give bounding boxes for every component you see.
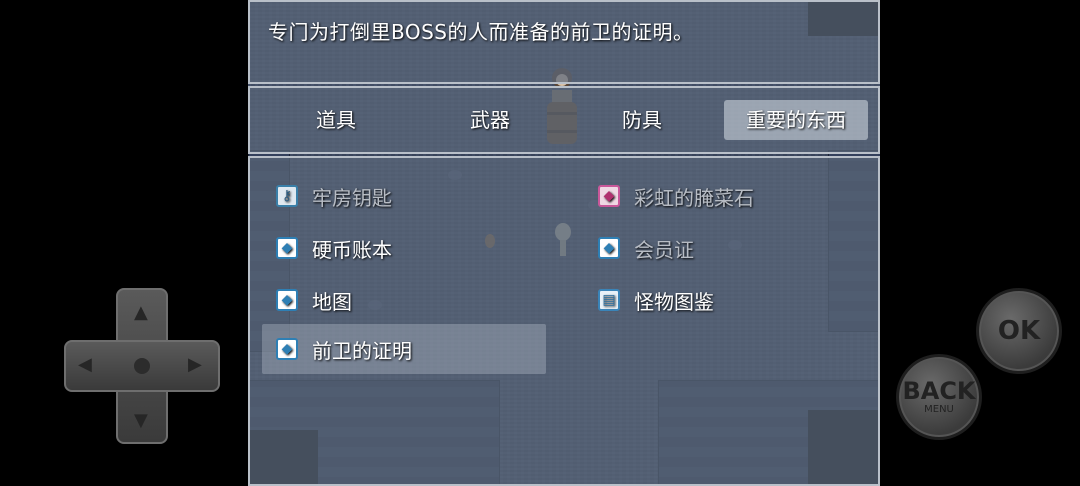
member-card-icon: ◆ — [598, 237, 620, 259]
item-label: 会员证 — [634, 237, 694, 262]
rainbow-stone-icon: ◆ — [598, 185, 620, 207]
help-window: 专门为打倒里BOSS的人而准备的前卫的证明。 — [248, 0, 880, 84]
list-item-selected[interactable]: ◆ 前卫的证明 — [262, 324, 546, 374]
back-button-label: BACK — [902, 377, 976, 405]
item-list-window: ⚷ 牢房钥匙 ◆ 彩虹的腌菜石 ◆ 硬币账本 ◆ 会员证 ◆ 地图 ▤ 怪物图鉴… — [248, 156, 880, 486]
down-arrow-icon[interactable]: ▼ — [134, 410, 148, 431]
tab-weapons[interactable]: 武器 — [418, 100, 562, 140]
list-item[interactable]: ◆ 地图 — [262, 278, 548, 322]
key-icon: ⚷ — [276, 185, 298, 207]
item-label: 地图 — [312, 289, 352, 314]
list-item[interactable]: ◆ 彩虹的腌菜石 — [584, 174, 870, 218]
back-button[interactable]: BACK MENU — [896, 354, 982, 440]
back-button-sublabel: MENU — [924, 404, 954, 415]
left-arrow-icon[interactable]: ◀ — [78, 354, 92, 375]
map-icon: ◆ — [276, 289, 298, 311]
tab-items[interactable]: 道具 — [264, 100, 408, 140]
ok-button-label: OK — [997, 316, 1041, 346]
list-item[interactable]: ▤ 怪物图鉴 — [584, 278, 870, 322]
list-item[interactable]: ⚷ 牢房钥匙 — [262, 174, 548, 218]
monster-book-icon: ▤ — [598, 289, 620, 311]
item-description: 专门为打倒里BOSS的人而准备的前卫的证明。 — [268, 20, 694, 44]
item-label: 彩虹的腌菜石 — [634, 185, 754, 210]
item-label: 牢房钥匙 — [312, 185, 392, 210]
list-item[interactable]: ◆ 硬币账本 — [262, 226, 548, 270]
game-screen: 专门为打倒里BOSS的人而准备的前卫的证明。 道具 武器 防具 重要的东西 ⚷ … — [0, 0, 1080, 486]
item-label: 硬币账本 — [312, 237, 392, 262]
up-arrow-icon[interactable]: ▲ — [134, 302, 148, 323]
dpad[interactable]: ▲ ▼ ◀ ▶ — [64, 288, 220, 444]
item-label: 前卫的证明 — [312, 338, 412, 363]
ok-button[interactable]: OK — [976, 288, 1062, 374]
coin-book-icon: ◆ — [276, 237, 298, 259]
list-item[interactable]: ◆ 会员证 — [584, 226, 870, 270]
proof-icon: ◆ — [276, 338, 298, 360]
tab-key-items[interactable]: 重要的东西 — [724, 100, 868, 140]
item-label: 怪物图鉴 — [634, 289, 714, 314]
dpad-center — [134, 358, 150, 374]
tab-armor[interactable]: 防具 — [570, 100, 714, 140]
category-window: 道具 武器 防具 重要的东西 — [248, 86, 880, 154]
right-arrow-icon[interactable]: ▶ — [188, 354, 202, 375]
